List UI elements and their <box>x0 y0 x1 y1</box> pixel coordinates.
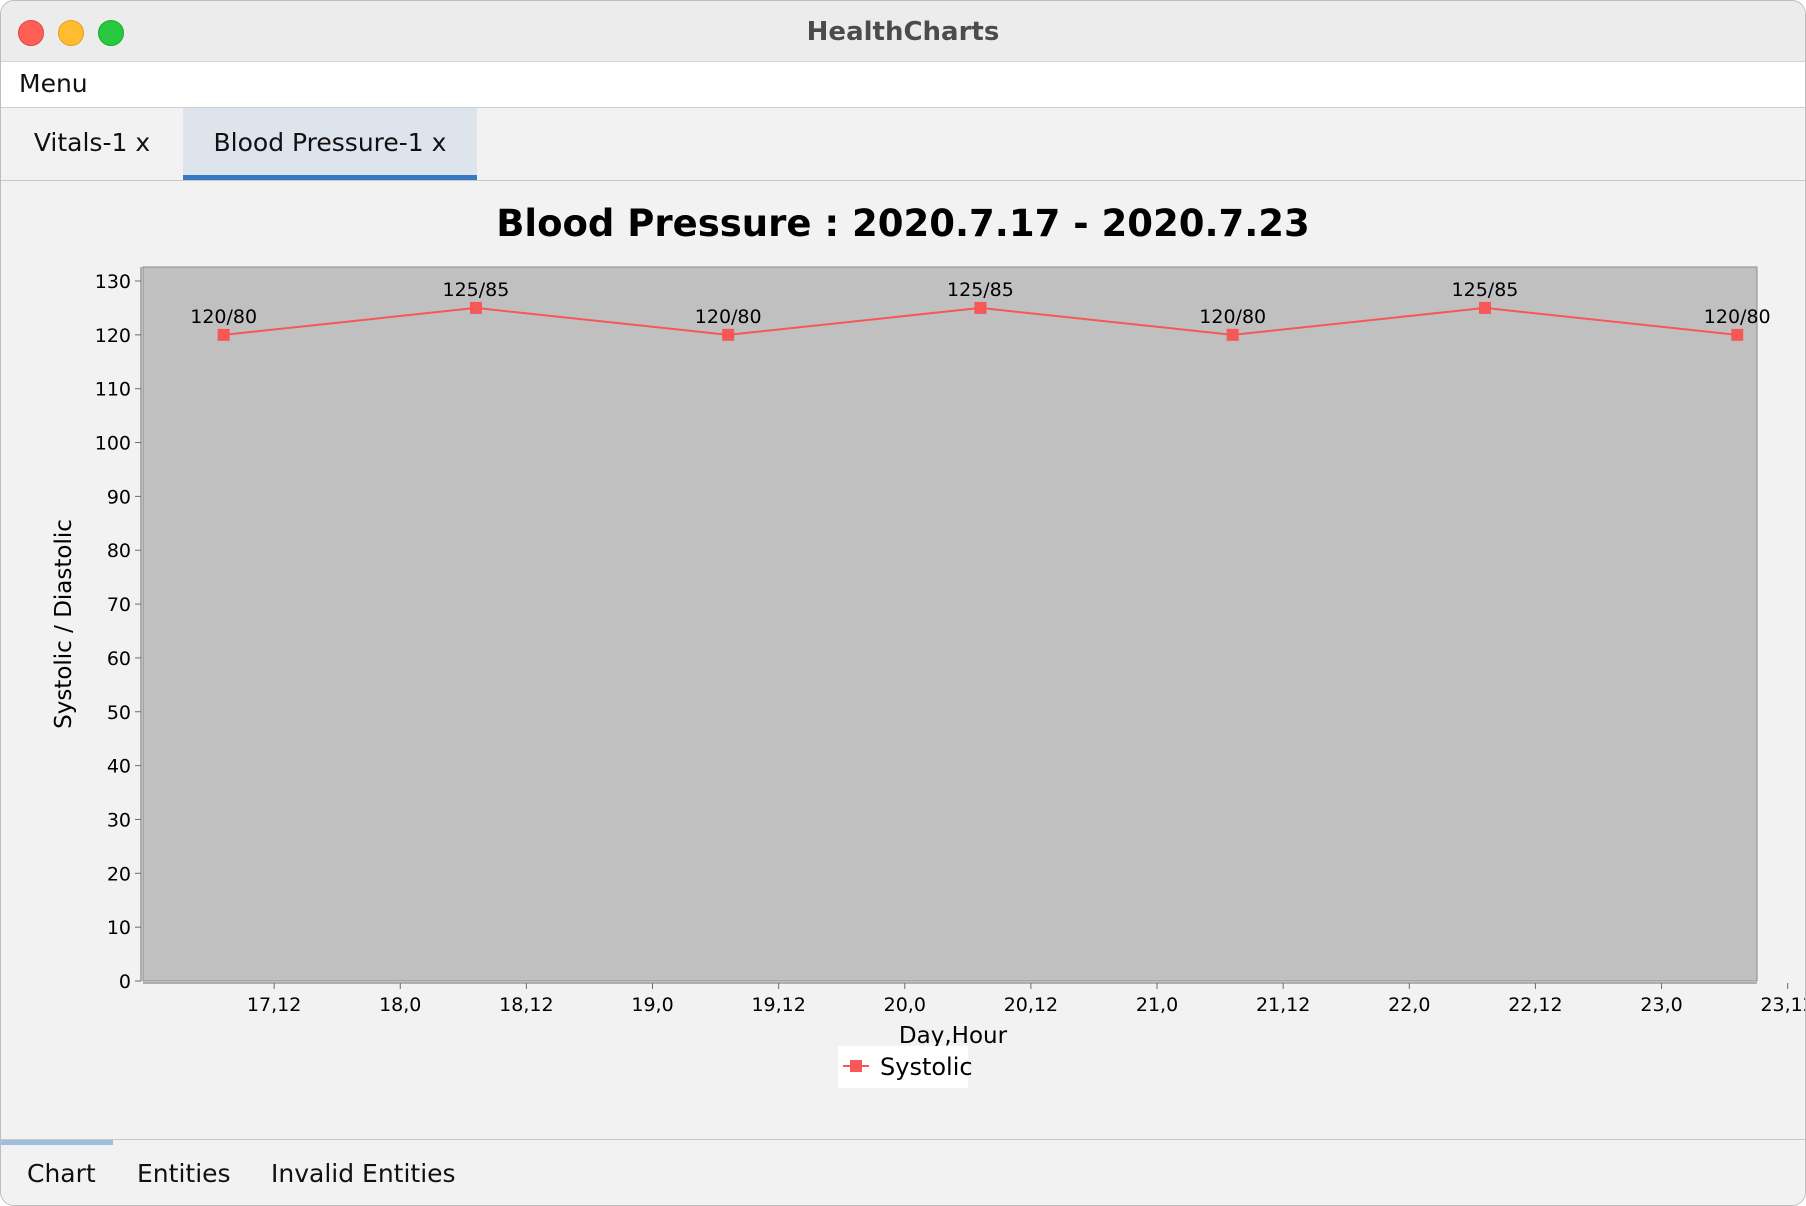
x-tick-label: 21,0 <box>1136 994 1178 1016</box>
x-tick-label: 18,0 <box>379 994 421 1016</box>
data-label: 120/80 <box>1704 306 1771 328</box>
y-tick-label: 70 <box>107 594 131 616</box>
data-label: 120/80 <box>1199 306 1266 328</box>
data-label: 120/80 <box>695 306 762 328</box>
data-label: 125/85 <box>1452 279 1519 301</box>
x-axis-label: Day,Hour <box>899 1023 1008 1049</box>
title-bar: HealthCharts <box>1 1 1805 62</box>
tab-blood-pressure-1-label: Blood Pressure-1 x <box>213 128 447 157</box>
data-point <box>1226 328 1239 341</box>
x-tick-label: 23,12 <box>1760 994 1805 1016</box>
y-tick-label: 30 <box>107 809 131 831</box>
y-tick-label: 20 <box>107 863 131 885</box>
active-tab-indicator <box>1 1140 113 1145</box>
y-tick-label: 110 <box>95 379 131 401</box>
plot-area <box>142 266 1758 982</box>
y-tick-label: 90 <box>107 486 131 508</box>
data-point <box>469 301 482 314</box>
x-tick-label: 22,0 <box>1388 994 1430 1016</box>
tab-entities[interactable]: Entities <box>137 1159 231 1188</box>
data-point <box>1478 301 1491 314</box>
legend-marker <box>850 1060 862 1072</box>
app-window: HealthCharts Menu Vitals-1 x Blood Press… <box>0 0 1806 1206</box>
data-point <box>1731 328 1744 341</box>
y-tick-label: 130 <box>95 271 131 293</box>
data-label: 120/80 <box>190 306 257 328</box>
data-point <box>974 301 987 314</box>
legend-label-systolic: Systolic <box>880 1053 973 1081</box>
tab-vitals-1-label: Vitals-1 x <box>33 128 151 157</box>
x-tick-label: 19,12 <box>751 994 805 1016</box>
x-tick-label: 22,12 <box>1508 994 1562 1016</box>
tab-chart[interactable]: Chart <box>27 1159 96 1188</box>
y-tick-label: 10 <box>107 917 131 939</box>
document-tab-bar: Vitals-1 x Blood Pressure-1 x <box>1 108 1805 181</box>
x-axis: 17,12 18,0 18,12 19,0 19,12 20,0 20,12 21,0 21,1… <box>143 982 1805 1016</box>
y-tick-label: 80 <box>107 540 131 562</box>
x-tick-label: 23,0 <box>1640 994 1682 1016</box>
x-tick-label: 17,12 <box>247 994 301 1016</box>
window-title: HealthCharts <box>806 17 1000 47</box>
view-tab-bar: Chart Entities Invalid Entities <box>1 1139 1805 1205</box>
data-label: 125/85 <box>443 279 510 301</box>
x-tick-label: 21,12 <box>1256 994 1310 1016</box>
y-tick-label: 50 <box>107 702 131 724</box>
tab-blood-pressure-1[interactable]: Blood Pressure-1 x <box>183 108 477 180</box>
x-tick-label: 19,0 <box>631 994 673 1016</box>
x-tick-label: 20,12 <box>1004 994 1058 1016</box>
y-tick-label: 40 <box>107 756 131 778</box>
x-tick-label: 18,12 <box>499 994 553 1016</box>
legend: Systolic <box>838 1046 973 1088</box>
chart-title: Blood Pressure : 2020.7.17 - 2020.7.23 <box>496 202 1310 245</box>
menu-button[interactable]: Menu <box>19 69 88 98</box>
data-label: 125/85 <box>947 279 1014 301</box>
data-point <box>722 328 735 341</box>
y-axis: 0 10 20 30 40 50 60 70 80 90 100 110 120 130 <box>95 267 142 993</box>
blood-pressure-chart: Blood Pressure : 2020.7.17 - 2020.7.23 0… <box>51 202 1805 1088</box>
tab-invalid-entities[interactable]: Invalid Entities <box>271 1159 456 1188</box>
tab-vitals-1[interactable]: Vitals-1 x <box>1 108 183 180</box>
x-tick-label: 20,0 <box>884 994 926 1016</box>
data-point <box>217 328 230 341</box>
y-tick-label: 0 <box>119 971 131 993</box>
y-tick-label: 120 <box>95 325 131 347</box>
y-tick-label: 100 <box>95 433 131 455</box>
y-axis-label: Systolic / Diastolic <box>51 519 77 729</box>
y-tick-label: 60 <box>107 648 131 670</box>
chart-panel: Blood Pressure : 2020.7.17 - 2020.7.23 0… <box>1 181 1805 1139</box>
menu-bar: Menu <box>1 62 1805 108</box>
